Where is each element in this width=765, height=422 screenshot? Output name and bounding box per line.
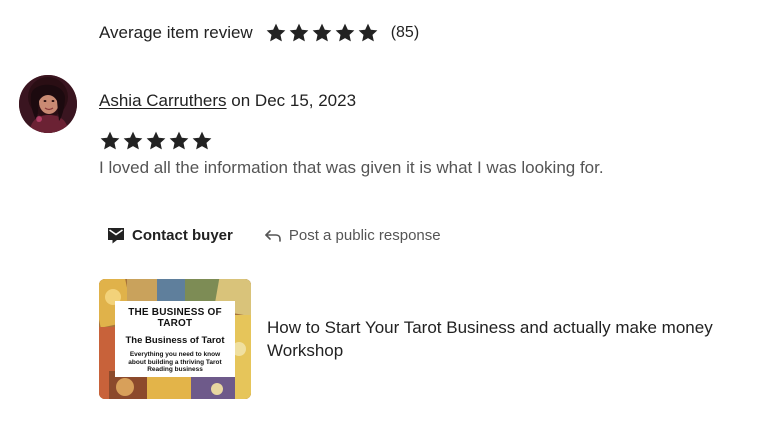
- listing-link[interactable]: THE BUSINESS OF TAROT The Business of Ta…: [99, 279, 747, 399]
- contact-buyer-button[interactable]: Contact buyer: [106, 225, 233, 245]
- listing-thumbnail[interactable]: THE BUSINESS OF TAROT The Business of Ta…: [99, 279, 251, 399]
- average-rating-stars: [265, 22, 379, 44]
- star-icon: [266, 23, 286, 42]
- average-review-summary: Average item review (85): [99, 20, 419, 46]
- review-panel: Average item review (85) Ashia Carruther…: [0, 0, 765, 422]
- thumbnail-subheading: The Business of Tarot: [125, 335, 225, 346]
- star-icon: [312, 23, 332, 42]
- listing-title[interactable]: How to Start Your Tarot Business and act…: [267, 316, 747, 362]
- thumbnail-heading: THE BUSINESS OF TAROT: [128, 307, 222, 329]
- review-text: I loved all the information that was giv…: [99, 158, 604, 177]
- star-icon: [358, 23, 378, 42]
- star-icon: [335, 23, 355, 42]
- envelope-icon: [106, 225, 126, 245]
- reviewer-name-link[interactable]: Ashia Carruthers: [99, 91, 227, 110]
- star-icon: [289, 23, 309, 42]
- reviewer-line: Ashia Carruthers on Dec 15, 2023: [99, 91, 356, 111]
- average-review-label: Average item review: [99, 23, 253, 42]
- thumbnail-description: Everything you need to know about buildi…: [128, 351, 222, 373]
- review-date: on Dec 15, 2023: [226, 91, 357, 110]
- reply-arrow-icon: [263, 225, 283, 245]
- post-public-response-label: Post a public response: [288, 226, 441, 244]
- contact-buyer-label: Contact buyer: [132, 226, 233, 244]
- thumbnail-card: THE BUSINESS OF TAROT The Business of Ta…: [115, 301, 235, 377]
- avatar-photo: [19, 75, 77, 133]
- review-count: (85): [390, 24, 420, 41]
- reviewer-avatar[interactable]: [19, 75, 77, 133]
- review-rating-stars: [99, 130, 213, 152]
- star-icon: [169, 131, 189, 150]
- post-public-response-button[interactable]: Post a public response: [263, 225, 441, 245]
- star-icon: [100, 131, 120, 150]
- star-icon: [123, 131, 143, 150]
- star-icon: [146, 131, 166, 150]
- review-actions: Contact buyer Post a public response: [106, 223, 441, 247]
- star-icon: [192, 131, 212, 150]
